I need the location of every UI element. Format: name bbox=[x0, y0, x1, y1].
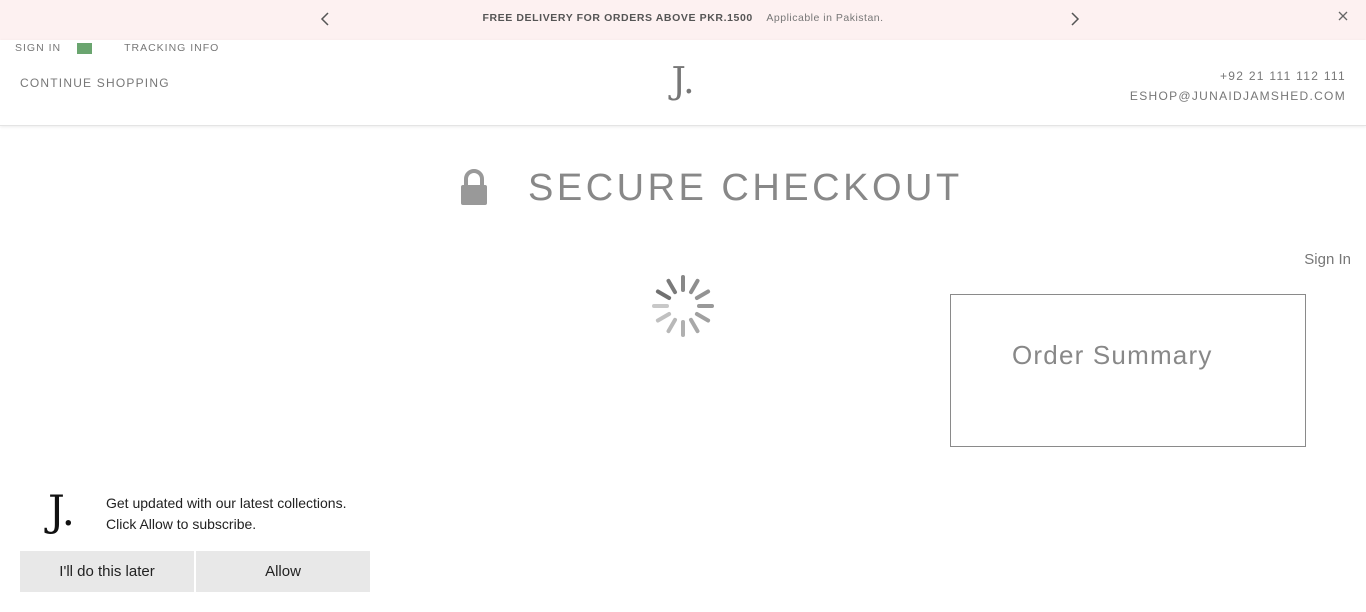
phone-link[interactable]: +92 21 111 112 111 bbox=[1130, 66, 1346, 86]
promo-bar: FREE DELIVERY FOR ORDERS ABOVE PKR.1500 … bbox=[0, 0, 1366, 40]
prompt-message: Get updated with our latest collections.… bbox=[106, 493, 346, 535]
email-link[interactable]: ESHOP@JUNAIDJAMSHED.COM bbox=[1130, 86, 1346, 106]
prompt-logo: J. bbox=[48, 486, 75, 535]
pakistan-flag-icon[interactable] bbox=[77, 42, 93, 54]
continue-shopping-link[interactable]: CONTINUE SHOPPING bbox=[20, 76, 170, 90]
promo-message: FREE DELIVERY FOR ORDERS ABOVE PKR.1500 … bbox=[0, 12, 1366, 24]
promo-headline: FREE DELIVERY FOR ORDERS ABOVE PKR.1500 bbox=[482, 12, 753, 24]
top-links: SIGN IN TRACKING INFO bbox=[15, 41, 219, 55]
close-icon[interactable] bbox=[1334, 7, 1352, 25]
chevron-right-icon[interactable] bbox=[1065, 9, 1085, 29]
secure-checkout-heading: SECURE CHECKOUT bbox=[458, 164, 963, 212]
page-title: SECURE CHECKOUT bbox=[528, 166, 963, 209]
subscribe-prompt: J. Get updated with our latest collectio… bbox=[20, 480, 370, 592]
site-header: SIGN IN TRACKING INFO CONTINUE SHOPPING … bbox=[0, 40, 1366, 126]
prompt-line-1: Get updated with our latest collections. bbox=[106, 495, 347, 511]
later-button[interactable]: I'll do this later bbox=[20, 551, 194, 592]
order-summary-panel: Order Summary bbox=[950, 294, 1306, 447]
tracking-info-link[interactable]: TRACKING INFO bbox=[124, 42, 219, 54]
loading-spinner-icon bbox=[652, 275, 714, 337]
contact-info: +92 21 111 112 111 ESHOP@JUNAIDJAMSHED.C… bbox=[1130, 66, 1346, 106]
sign-in-link[interactable]: SIGN IN bbox=[15, 42, 61, 54]
prompt-line-2: Click Allow to subscribe. bbox=[106, 516, 257, 532]
order-summary-heading: Order Summary bbox=[1012, 340, 1213, 370]
sign-in-button[interactable]: Sign In bbox=[1304, 251, 1351, 268]
promo-subtext: Applicable in Pakistan. bbox=[766, 12, 884, 24]
allow-button[interactable]: Allow bbox=[196, 551, 370, 592]
brand-logo[interactable]: J. bbox=[666, 60, 700, 104]
lock-icon bbox=[461, 169, 487, 205]
